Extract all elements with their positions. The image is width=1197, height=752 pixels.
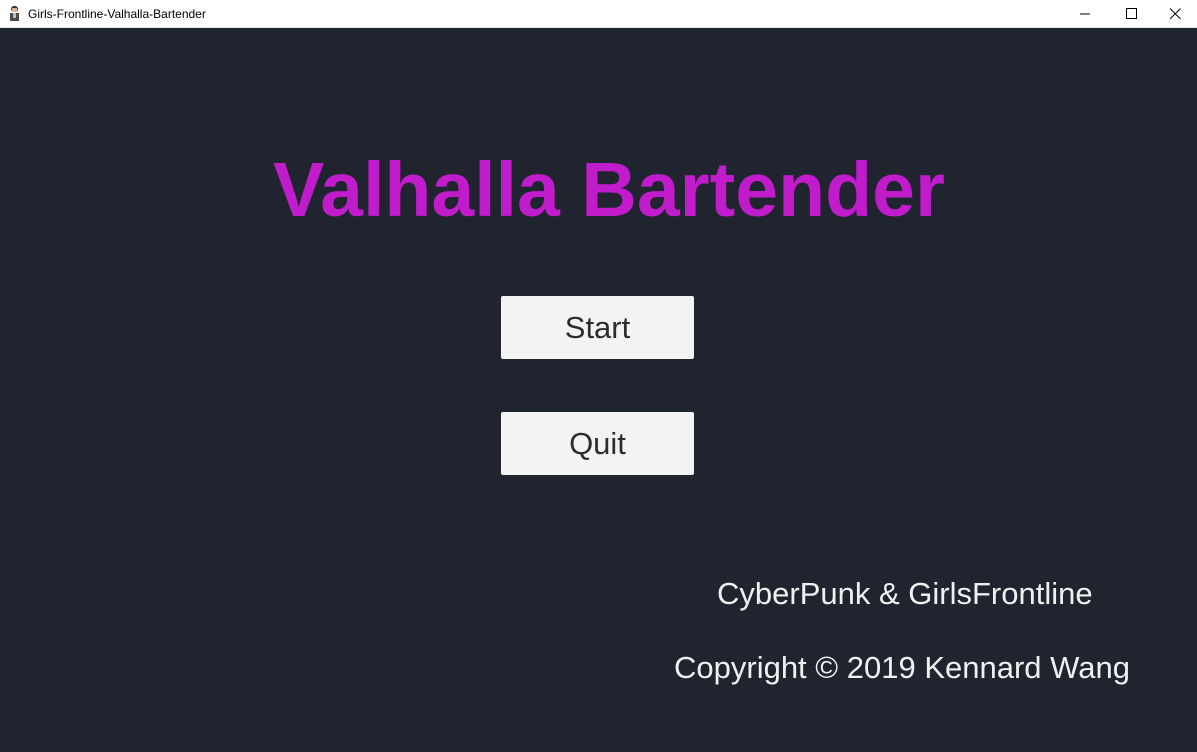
start-button[interactable]: Start: [501, 296, 694, 359]
credit-line-theme: CyberPunk & GirlsFrontline: [717, 576, 1093, 611]
window-title: Girls-Frontline-Valhalla-Bartender: [28, 7, 206, 21]
game-title: Valhalla Bartender: [273, 147, 945, 233]
game-canvas: Valhalla Bartender Start Quit CyberPunk …: [0, 28, 1197, 752]
title-bar[interactable]: Girls-Frontline-Valhalla-Bartender: [0, 0, 1197, 28]
maximize-button[interactable]: [1108, 0, 1154, 28]
app-window: Girls-Frontline-Valhalla-Bartender Valha…: [0, 0, 1197, 752]
copyright-text: Copyright © 2019 Kennard Wang: [674, 650, 1130, 685]
minimize-button[interactable]: [1062, 0, 1108, 28]
close-button[interactable]: [1152, 0, 1197, 28]
character-portrait-icon: [9, 6, 20, 21]
quit-button[interactable]: Quit: [501, 412, 694, 475]
